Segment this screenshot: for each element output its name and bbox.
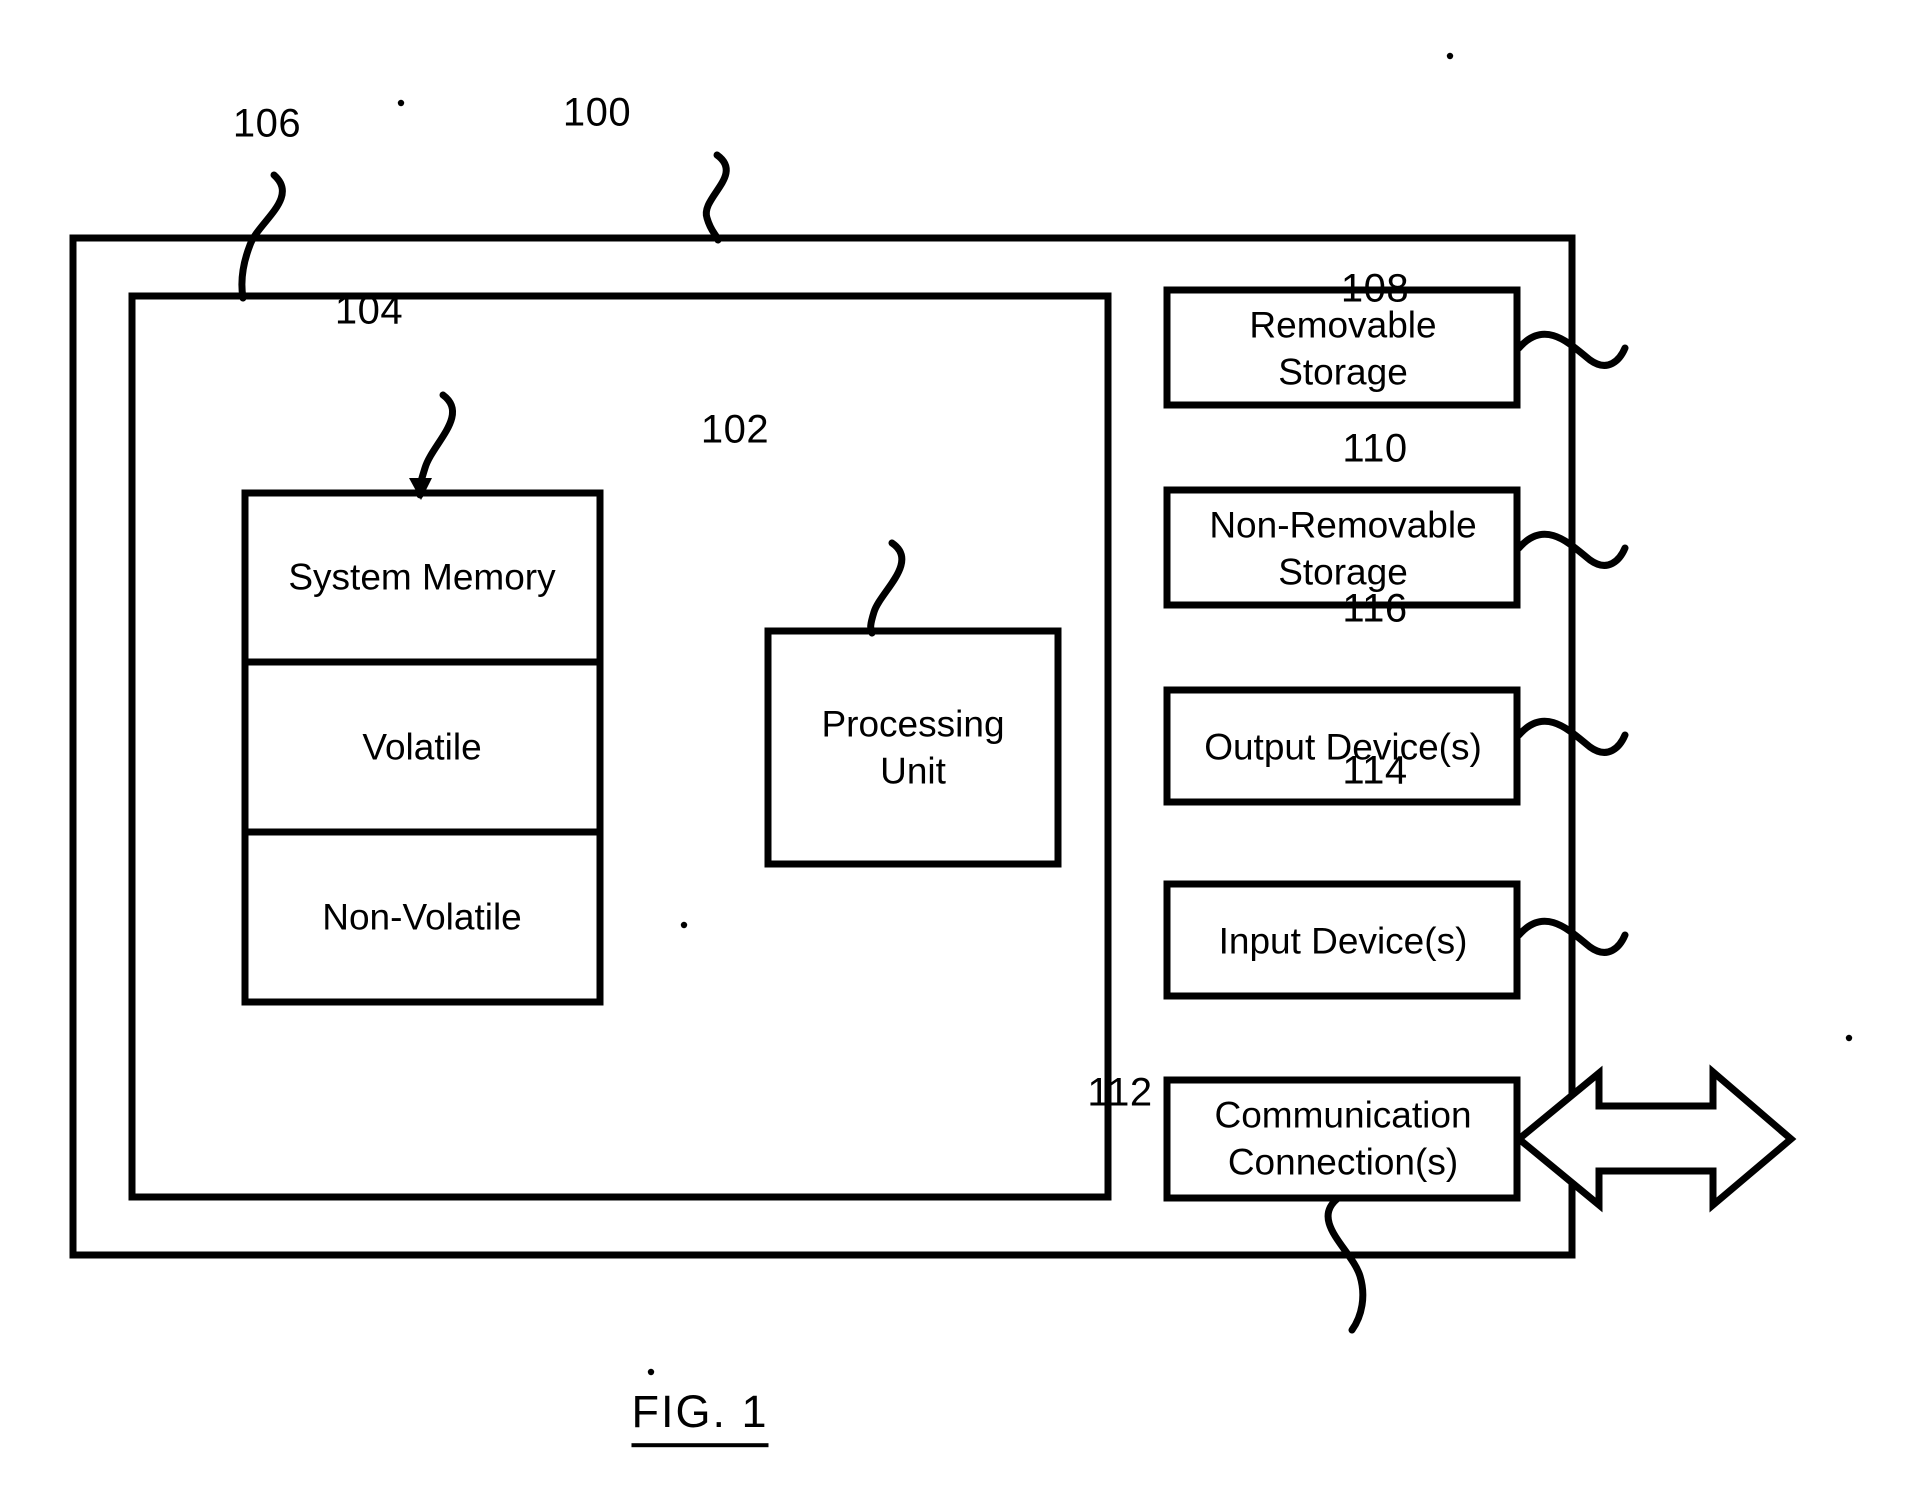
ref-numeral-102: 102 xyxy=(700,407,770,452)
processing-unit-label-line2: Unit xyxy=(880,750,946,792)
scan-speck xyxy=(680,921,688,929)
volatile-memory-label: Volatile xyxy=(362,726,482,768)
scan-speck xyxy=(397,99,405,107)
scan-speck xyxy=(1845,1034,1853,1042)
removable-storage-label-line1: Removable xyxy=(1249,304,1437,346)
external-communication-arrow xyxy=(1513,1064,1797,1213)
leader-line-102 xyxy=(867,539,906,637)
leader-arrowhead-104 xyxy=(409,478,432,500)
patent-figure: 106 100 104 102 108 110 116 114 112 Syst… xyxy=(0,0,1908,1494)
leader-line-112 xyxy=(1324,1195,1367,1334)
input-devices-label: Input Device(s) xyxy=(1218,920,1468,962)
system-memory-label: System Memory xyxy=(288,556,556,598)
ref-numeral-100: 100 xyxy=(562,90,632,135)
scan-speck xyxy=(647,1368,655,1376)
communication-connections-label-line1: Communication xyxy=(1214,1094,1472,1136)
leader-line-100 xyxy=(702,151,730,244)
ref-numeral-104: 104 xyxy=(334,288,404,333)
ref-numeral-112: 112 xyxy=(1087,1070,1153,1115)
ref-numeral-106: 106 xyxy=(232,101,302,146)
non-removable-storage-label-line2: Storage xyxy=(1278,551,1408,593)
scan-speck xyxy=(1446,52,1454,60)
output-devices-label: Output Device(s) xyxy=(1204,726,1482,768)
communication-connections-label-line2: Connection(s) xyxy=(1227,1141,1459,1183)
ref-numeral-110: 110 xyxy=(1342,426,1408,471)
non-removable-storage-label-line1: Non-Removable xyxy=(1209,504,1477,546)
removable-storage-label-line2: Storage xyxy=(1278,351,1408,393)
figure-caption: FIG. 1 xyxy=(631,1383,769,1447)
non-volatile-memory-label: Non-Volatile xyxy=(322,896,522,938)
processing-unit-label-line1: Processing xyxy=(821,703,1005,745)
